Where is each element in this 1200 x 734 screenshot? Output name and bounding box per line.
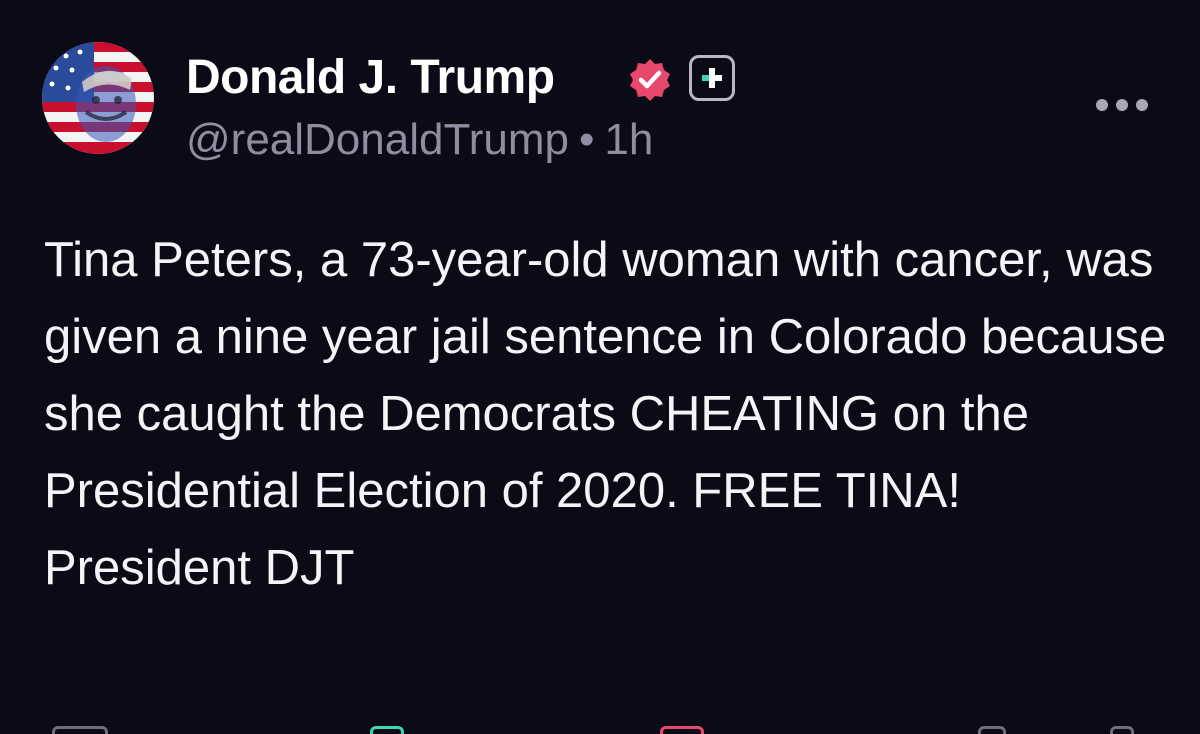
- author-handle[interactable]: @realDonaldTrump: [186, 114, 569, 166]
- meta-separator: •: [578, 115, 595, 164]
- flag-portrait-avatar-icon: [42, 42, 154, 154]
- author-display-name[interactable]: Donald J. Trump: [186, 50, 555, 106]
- post-action-bar: [0, 720, 1200, 734]
- post-card: Donald J. Trump @realDonaldTrump • 1h Tina…: [0, 0, 1200, 734]
- post-text: Tina Peters, a 73-year-old woman with ca…: [44, 233, 1180, 595]
- more-options-icon[interactable]: [1092, 90, 1152, 120]
- author-avatar[interactable]: [42, 42, 154, 154]
- share-icon[interactable]: [1110, 726, 1134, 734]
- post-timestamp[interactable]: 1h: [604, 114, 653, 166]
- author-meta: @realDonaldTrump • 1h: [186, 114, 653, 166]
- save-icon[interactable]: [978, 726, 1006, 734]
- like-icon[interactable]: [660, 726, 704, 734]
- verified-badge-icon: [626, 56, 674, 104]
- reply-icon[interactable]: [52, 726, 108, 734]
- plus-badge-icon[interactable]: [689, 55, 735, 101]
- retruth-icon[interactable]: [370, 726, 404, 734]
